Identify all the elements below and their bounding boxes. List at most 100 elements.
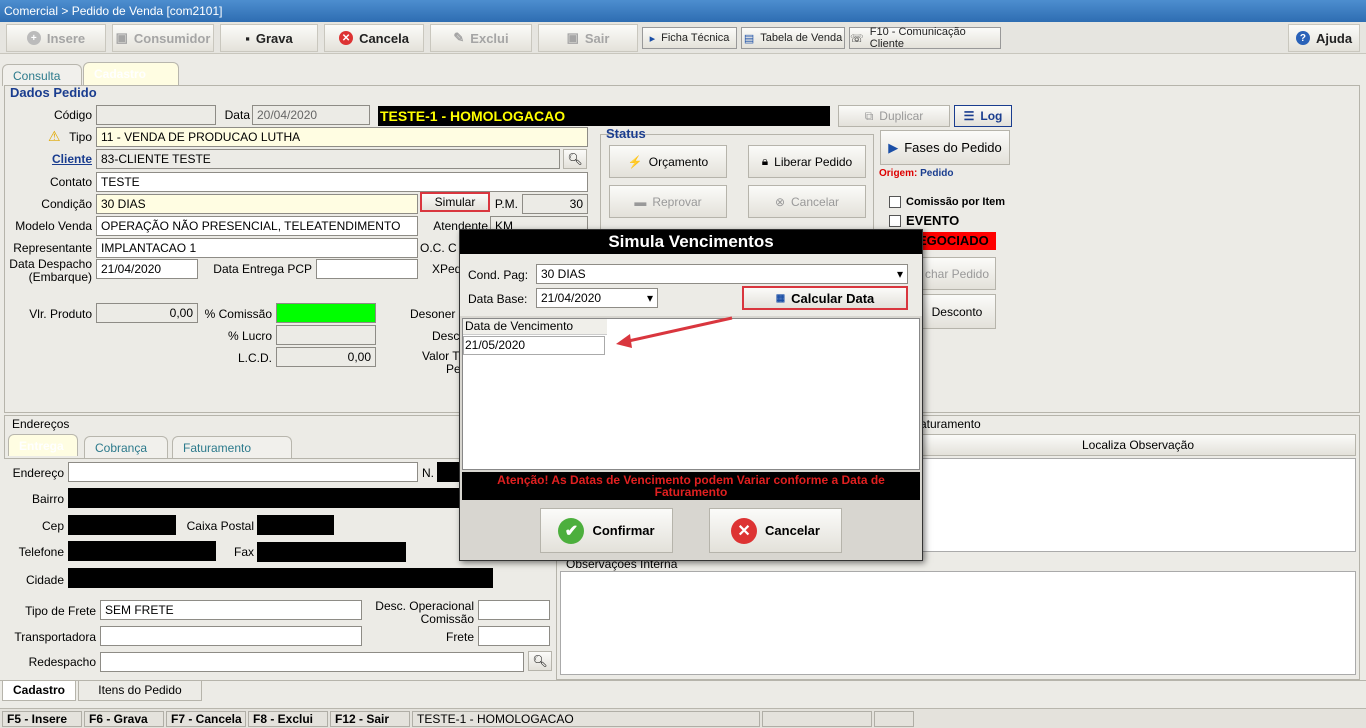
- condicao-field[interactable]: 30 DIAS: [96, 194, 418, 214]
- tab-faturamento[interactable]: Faturamento: [172, 436, 292, 458]
- contato-field[interactable]: TESTE: [96, 172, 588, 192]
- sair-button[interactable]: ▣ Sair: [538, 24, 638, 52]
- lcd-field[interactable]: 0,00: [276, 347, 376, 367]
- numero-field[interactable]: [437, 462, 459, 482]
- tabela-venda-button[interactable]: ▤ Tabela de Venda: [741, 27, 845, 49]
- negociado-badge: EGOCIADO: [918, 232, 996, 250]
- codigo-field[interactable]: [96, 105, 216, 125]
- reprovar-button[interactable]: ▬ Reprovar: [609, 185, 727, 218]
- confirmar-button[interactable]: ✔ Confirmar: [540, 508, 673, 553]
- data-field[interactable]: 20/04/2020: [252, 105, 370, 125]
- f10-comunicacao-button[interactable]: ☏ F10 - Comunicação Cliente: [849, 26, 1001, 50]
- tab-consulta[interactable]: Consulta: [2, 64, 82, 86]
- grid-cell[interactable]: 21/05/2020: [463, 336, 605, 355]
- search-icon: 🔍︎: [567, 152, 583, 166]
- despacho-field[interactable]: 21/04/2020: [96, 259, 198, 279]
- observacao-faturamento-text[interactable]: [920, 458, 1356, 552]
- duplicar-button[interactable]: ⧉ Duplicar: [838, 105, 950, 127]
- pm-field[interactable]: 30: [522, 194, 588, 214]
- representante-field[interactable]: IMPLANTACAO 1: [96, 238, 418, 258]
- endereco-field[interactable]: [68, 462, 418, 482]
- consumidor-button[interactable]: ▣ Consumidor: [112, 24, 214, 52]
- orcamento-label: Orçamento: [648, 154, 709, 169]
- cep-field[interactable]: [68, 515, 176, 535]
- calcular-data-button[interactable]: ▦ Calcular Data: [742, 286, 908, 310]
- tipo-frete-field[interactable]: SEM FRETE: [100, 600, 362, 620]
- cond-pag-select[interactable]: 30 DIAS ▾: [536, 264, 908, 284]
- reprovar-icon: ▬: [634, 194, 647, 209]
- observacao-faturamento-title: aturamento: [920, 417, 981, 431]
- entrega-pcp-field[interactable]: [316, 259, 418, 279]
- cancel-icon: ✕: [339, 31, 354, 45]
- bottom-tab-cadastro[interactable]: Cadastro: [2, 681, 76, 701]
- cancelar-dialog-label: Cancelar: [765, 523, 820, 538]
- entrega-pcp-label: Data Entrega PCP: [213, 262, 312, 276]
- checkbox[interactable]: [889, 196, 901, 208]
- status-f7: F7 - Cancela: [166, 711, 246, 727]
- ajuda-button[interactable]: ? Ajuda: [1288, 24, 1360, 52]
- fax-field[interactable]: [257, 542, 406, 562]
- redespacho-field[interactable]: [100, 652, 524, 672]
- cancel-icon: ⊗: [774, 194, 786, 209]
- ficha-tecnica-button[interactable]: ▸ Ficha Técnica: [642, 27, 737, 49]
- help-icon: ?: [1295, 31, 1310, 45]
- desc-operacional-field[interactable]: [478, 600, 550, 620]
- insere-button[interactable]: + Insere: [6, 24, 106, 52]
- despacho-label-1: Data Despacho: [9, 257, 92, 271]
- modelo-venda-label: Modelo Venda: [15, 219, 92, 233]
- caixa-postal-field[interactable]: [257, 515, 334, 535]
- bottom-tab-itens[interactable]: Itens do Pedido: [78, 681, 202, 701]
- data-base-field[interactable]: 21/04/2020 ▾: [536, 288, 658, 308]
- fases-pedido-button[interactable]: ▶ Fases do Pedido: [880, 130, 1010, 165]
- lucro-field[interactable]: [276, 325, 376, 345]
- desc-label: Desc: [432, 329, 460, 343]
- bairro-field[interactable]: [68, 488, 460, 508]
- chat-icon: ☏: [850, 32, 864, 45]
- tipo-field[interactable]: 11 - VENDA DE PRODUCAO LUTHA: [96, 127, 588, 147]
- telefone-label: Telefone: [18, 545, 64, 559]
- status-f5: F5 - Insere: [2, 711, 82, 727]
- tipo-label: Tipo: [69, 130, 92, 144]
- tab-entrega[interactable]: Entrega: [8, 434, 78, 456]
- localiza-observacao-button[interactable]: Localiza Observação: [920, 434, 1356, 456]
- frete-field[interactable]: [478, 626, 550, 646]
- comissao-field[interactable]: [276, 303, 376, 323]
- orcamento-button[interactable]: ⚡ Orçamento: [609, 145, 727, 178]
- window-title: Comercial > Pedido de Venda [com2101]: [0, 0, 1366, 22]
- lcd-label: L.C.D.: [237, 351, 272, 365]
- checkbox[interactable]: [889, 214, 901, 227]
- liberar-pedido-button[interactable]: 🔒︎ Liberar Pedido: [748, 145, 866, 178]
- tab-cobranca[interactable]: Cobrança: [84, 436, 168, 458]
- close-icon: ✕: [731, 517, 758, 544]
- comissao-item-check[interactable]: Comissão por Item: [889, 196, 1005, 208]
- grava-button[interactable]: ▪ Grava: [220, 24, 318, 52]
- cliente-search-button[interactable]: 🔍︎: [563, 149, 587, 169]
- vlr-produto-label: Vlr. Produto: [29, 307, 92, 321]
- log-button[interactable]: ☰ Log: [954, 105, 1012, 127]
- cancelar-status-button[interactable]: ⊗ Cancelar: [748, 185, 866, 218]
- exclui-button[interactable]: ✎ Exclui: [430, 24, 532, 52]
- fechar-pedido-button[interactable]: char Pedido: [918, 257, 996, 290]
- observacoes-interna-text[interactable]: [560, 571, 1356, 675]
- cidade-field[interactable]: [68, 568, 493, 588]
- reprovar-label: Reprovar: [652, 194, 702, 209]
- vlr-produto-field[interactable]: 0,00: [96, 303, 198, 323]
- modelo-venda-field[interactable]: OPERAÇÃO NÃO PRESENCIAL, TELEATENDIMENTO: [96, 216, 418, 236]
- evento-check[interactable]: EVENTO: [889, 213, 959, 228]
- tab-cadastro[interactable]: Cadastro: [83, 62, 179, 86]
- eraser-icon: ✎: [453, 30, 465, 45]
- contato-label: Contato: [49, 175, 92, 189]
- sair-label: Sair: [584, 30, 610, 46]
- warning-text: Atenção! As Datas de Vencimento podem Va…: [462, 472, 920, 500]
- divider: [0, 680, 1366, 681]
- simular-button[interactable]: Simular: [420, 192, 490, 212]
- desconto-button[interactable]: Desconto: [918, 294, 996, 329]
- cancelar-dialog-button[interactable]: ✕ Cancelar: [709, 508, 842, 553]
- cliente-link[interactable]: Cliente: [30, 152, 92, 166]
- redespacho-search-button[interactable]: 🔍︎: [528, 651, 552, 671]
- cancela-button[interactable]: ✕ Cancela: [324, 24, 424, 52]
- telefone-field[interactable]: [68, 541, 216, 561]
- cliente-field[interactable]: 83-CLIENTE TESTE: [96, 149, 560, 169]
- transportadora-field[interactable]: [100, 626, 362, 646]
- table-icon: ▤: [743, 32, 755, 45]
